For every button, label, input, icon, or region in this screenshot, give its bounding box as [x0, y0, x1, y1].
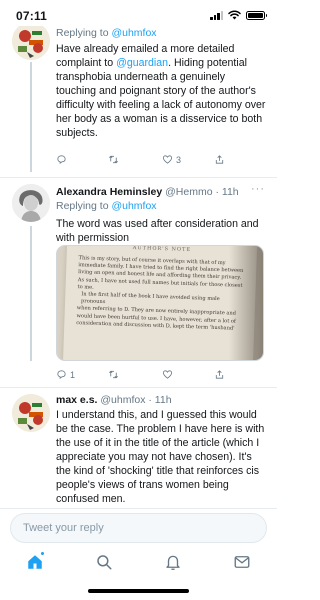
status-time: 07:11	[16, 9, 48, 23]
tweet-item[interactable]: Replying to @uhmfox Have already emailed…	[0, 26, 277, 176]
like-button[interactable]: 3	[162, 154, 181, 165]
heart-icon	[162, 370, 173, 379]
like-button[interactable]	[162, 369, 176, 380]
reply-composer[interactable]	[10, 513, 267, 543]
handle[interactable]: @Hemmo	[165, 186, 212, 198]
bottom-tab-bar	[0, 547, 277, 575]
reply-count: 1	[70, 369, 76, 380]
heart-icon	[162, 155, 173, 164]
signal-icon	[210, 10, 223, 20]
status-bar: 07:11	[0, 0, 277, 26]
share-icon	[215, 155, 224, 164]
tweet-item[interactable]: Alexandra Heminsley @Hemmo · 11h Replyin…	[0, 178, 277, 380]
notifications-icon	[166, 555, 180, 570]
share-button[interactable]	[214, 369, 225, 380]
avatar[interactable]	[12, 26, 50, 60]
display-name[interactable]: Alexandra Heminsley	[56, 186, 162, 198]
replying-handle-link[interactable]: @uhmfox	[111, 200, 156, 212]
replying-to: Replying to @uhmfox	[56, 26, 268, 40]
tweet-actions: 1	[56, 369, 256, 383]
thread-line	[30, 62, 32, 172]
replying-handle-link[interactable]: @uhmfox	[111, 27, 156, 39]
home-indicator[interactable]	[88, 589, 189, 593]
retweet-button[interactable]	[108, 369, 122, 380]
tweet-text: I understand this, and I guessed this wo…	[56, 409, 265, 505]
avatar-image	[12, 26, 50, 60]
avatar[interactable]	[12, 184, 50, 222]
divider	[0, 508, 277, 509]
retweet-icon	[109, 370, 118, 379]
tweet-header: max e.s. @uhmfox · 11h	[56, 393, 268, 407]
reply-button[interactable]: 1	[56, 369, 75, 380]
retweet-icon	[109, 155, 118, 164]
battery-icon	[246, 10, 267, 20]
tab-notifications[interactable]	[162, 551, 184, 573]
reply-button[interactable]	[56, 154, 70, 165]
tab-home[interactable]	[24, 551, 46, 573]
timestamp: · 11h	[148, 394, 172, 406]
tweet-header: Alexandra Heminsley @Hemmo · 11h	[56, 185, 268, 199]
messages-icon	[234, 556, 250, 568]
media-image[interactable]: AUTHOR'S NOTE This is my story, but of c…	[56, 245, 264, 361]
wifi-icon	[228, 10, 241, 20]
share-icon	[215, 370, 224, 379]
reply-input[interactable]	[23, 522, 254, 534]
new-content-dot	[40, 551, 45, 556]
tweet-item[interactable]: max e.s. @uhmfox · 11h I understand this…	[0, 388, 277, 506]
tweet-actions: 3	[56, 154, 256, 168]
reply-icon	[57, 155, 66, 164]
more-options-icon[interactable]: ···	[251, 183, 265, 195]
tweet-text: Have already emailed a more detailed com…	[56, 42, 268, 140]
mention-link[interactable]: @guardian	[116, 57, 168, 69]
tab-messages[interactable]	[231, 551, 253, 573]
avatar-image	[12, 184, 50, 222]
tab-search[interactable]	[93, 551, 115, 573]
avatar[interactable]	[12, 394, 50, 432]
handle[interactable]: @uhmfox	[100, 394, 145, 406]
avatar-image	[12, 394, 50, 432]
thread-line	[30, 226, 32, 361]
tweet-text: The word was used after consideration an…	[56, 218, 259, 244]
share-button[interactable]	[214, 154, 225, 165]
timestamp: · 11h	[215, 186, 239, 198]
search-icon	[97, 555, 112, 570]
replying-to: Replying to @uhmfox	[56, 199, 268, 213]
replying-label: Replying to	[56, 200, 112, 212]
tweet-text-part: . Hiding potential transphobia underneat…	[56, 57, 266, 139]
retweet-button[interactable]	[108, 154, 122, 165]
conversation-feed[interactable]: Replying to @uhmfox Have already emailed…	[0, 26, 277, 506]
reply-icon	[57, 370, 66, 379]
like-count: 3	[176, 154, 182, 165]
photo-shadow	[229, 246, 263, 360]
display-name[interactable]: max e.s.	[56, 394, 97, 406]
status-icons	[210, 10, 267, 20]
replying-label: Replying to	[56, 27, 112, 39]
